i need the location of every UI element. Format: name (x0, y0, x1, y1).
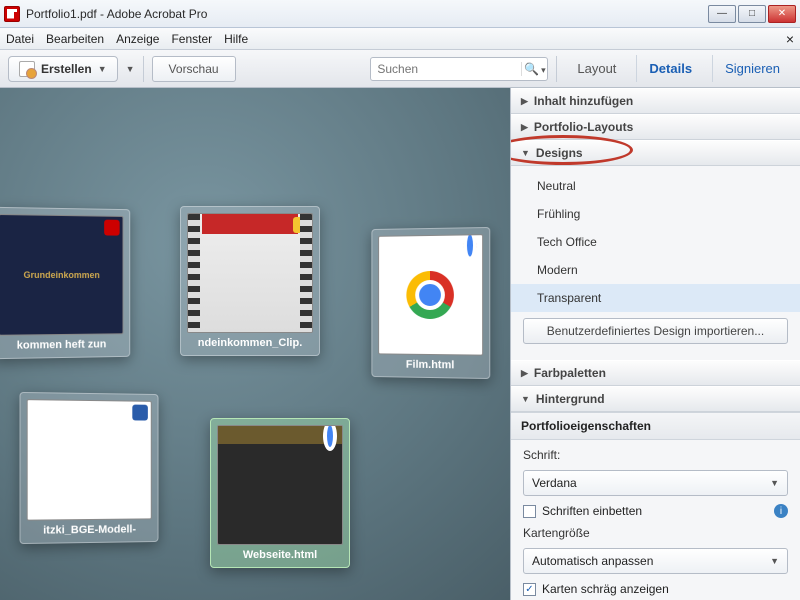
toolbar-divider (556, 56, 557, 82)
menu-file[interactable]: Datei (6, 32, 34, 46)
binoculars-icon[interactable]: 🔍▾ (521, 62, 547, 76)
menu-edit[interactable]: Bearbeiten (46, 32, 104, 46)
portfolio-item[interactable]: ndeinkommen_Clip. (180, 206, 320, 356)
designs-list: Neutral Frühling Tech Office Modern Tran… (511, 166, 800, 360)
thumbnail-label: ndeinkommen_Clip. (187, 333, 313, 355)
section-color-palettes[interactable]: ▶Farbpaletten (511, 360, 800, 386)
design-option-modern[interactable]: Modern (511, 256, 800, 284)
thumbnail-preview: Grundeinkommen (0, 214, 123, 336)
window-minimize-button[interactable]: — (708, 5, 736, 23)
chrome-badge-icon (463, 238, 479, 254)
thumbnail-label: Webseite.html (217, 545, 343, 567)
toolbar: Erstellen ▼ ▼ Vorschau 🔍▾ Layout Details… (0, 50, 800, 88)
search-input[interactable] (371, 62, 521, 76)
card-size-label: Kartengröße (523, 526, 788, 540)
window-title: Portfolio1.pdf - Adobe Acrobat Pro (26, 7, 708, 21)
triangle-down-icon: ▼ (521, 394, 530, 404)
preview-button[interactable]: Vorschau (152, 56, 236, 82)
design-option-neutral[interactable]: Neutral (511, 172, 800, 200)
triangle-down-icon: ▼ (521, 148, 530, 158)
search-field[interactable]: 🔍▾ (370, 57, 548, 81)
design-option-fruehling[interactable]: Frühling (511, 200, 800, 228)
toolbar-divider (143, 56, 144, 82)
thumbnail-label: Film.html (378, 354, 483, 378)
section-designs[interactable]: ▼Designs (511, 140, 800, 166)
portfolio-canvas[interactable]: Grundeinkommen kommen heft zun ndeinkomm… (0, 88, 510, 600)
tilt-cards-label: Karten schräg anzeigen (542, 582, 669, 596)
thumbnail-preview (378, 234, 483, 355)
pdf-badge-icon (104, 220, 119, 236)
tab-sign[interactable]: Signieren (712, 55, 792, 82)
tab-details[interactable]: Details (636, 55, 704, 82)
import-custom-design-button[interactable]: Benutzerdefiniertes Design importieren..… (523, 318, 788, 344)
tab-layout[interactable]: Layout (565, 55, 628, 82)
document-close-icon[interactable]: × (786, 31, 794, 47)
portfolio-item-selected[interactable]: Webseite.html (210, 418, 350, 568)
menu-help[interactable]: Hilfe (224, 32, 248, 46)
chevron-down-icon: ▼ (770, 478, 779, 488)
menu-window[interactable]: Fenster (171, 32, 212, 46)
portfolio-item[interactable]: Film.html (371, 227, 490, 379)
window-close-button[interactable]: ✕ (768, 5, 796, 23)
portfolio-item[interactable]: Grundeinkommen kommen heft zun (0, 207, 130, 359)
menu-view[interactable]: Anzeige (116, 32, 159, 46)
design-option-tech-office[interactable]: Tech Office (511, 228, 800, 256)
triangle-right-icon: ▶ (521, 368, 528, 379)
portfolio-properties-header: Portfolioeigenschaften (511, 412, 800, 440)
video-badge-icon (293, 217, 309, 233)
create-document-icon (19, 61, 35, 77)
word-badge-icon (132, 405, 148, 421)
thumbnail-preview (187, 213, 313, 333)
section-add-content[interactable]: ▶Inhalt hinzufügen (511, 88, 800, 114)
chrome-icon (406, 271, 454, 319)
chevron-down-icon: ▼ (770, 556, 779, 566)
embed-fonts-checkbox[interactable] (523, 505, 536, 518)
info-icon[interactable]: i (774, 504, 788, 518)
chevron-down-icon: ▼ (98, 64, 107, 74)
toolbar-menu-chevron-icon[interactable]: ▼ (126, 64, 135, 74)
thumbnail-preview (27, 399, 152, 521)
triangle-right-icon: ▶ (521, 122, 528, 133)
create-button[interactable]: Erstellen ▼ (8, 56, 118, 82)
details-panel: ▶Inhalt hinzufügen ▶Portfolio-Layouts ▼D… (510, 88, 800, 600)
card-size-dropdown[interactable]: Automatisch anpassen▼ (523, 548, 788, 574)
window-titlebar: Portfolio1.pdf - Adobe Acrobat Pro — □ ✕ (0, 0, 800, 28)
thumbnail-preview (217, 425, 343, 545)
chrome-badge-icon (323, 429, 339, 445)
window-maximize-button[interactable]: □ (738, 5, 766, 23)
create-label: Erstellen (41, 62, 92, 76)
menu-bar: Datei Bearbeiten Anzeige Fenster Hilfe × (0, 28, 800, 50)
font-label: Schrift: (523, 448, 788, 462)
section-portfolio-layouts[interactable]: ▶Portfolio-Layouts (511, 114, 800, 140)
thumbnail-label: kommen heft zun (0, 334, 123, 358)
triangle-right-icon: ▶ (521, 96, 528, 107)
section-background[interactable]: ▼Hintergrund (511, 386, 800, 412)
design-option-transparent[interactable]: Transparent (511, 284, 800, 312)
embed-fonts-label: Schriften einbetten (542, 504, 642, 518)
portfolio-item[interactable]: itzki_BGE-Modell- (20, 392, 159, 544)
font-dropdown[interactable]: Verdana▼ (523, 470, 788, 496)
tilt-cards-checkbox[interactable]: ✓ (523, 583, 536, 596)
acrobat-app-icon (4, 6, 20, 22)
thumbnail-label: itzki_BGE-Modell- (27, 519, 152, 543)
